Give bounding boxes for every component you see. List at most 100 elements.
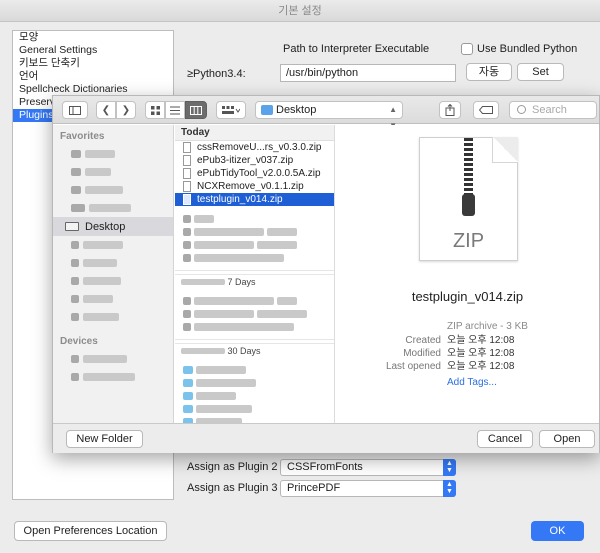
file-preview-pane: ZIP testplugin_v014.zip ZIP archive - 3 … <box>336 125 599 423</box>
assign-plugin-3-value: PrincePDF <box>287 481 341 494</box>
pref-item-language[interactable]: 언어 <box>13 70 173 83</box>
sidebar-item-redacted[interactable] <box>53 308 173 326</box>
cancel-button[interactable]: Cancel <box>477 430 533 448</box>
add-tags-link[interactable]: Add Tags... <box>447 377 497 388</box>
interpreter-path-field[interactable]: /usr/bin/python <box>280 64 456 82</box>
last-opened-label: Last opened <box>385 361 441 372</box>
sidebar-item-redacted[interactable] <box>53 163 173 181</box>
previous-30-days-heading: 30 Days <box>175 343 334 357</box>
use-bundled-python-label: Use Bundled Python <box>477 43 578 55</box>
sidebar-item-redacted[interactable] <box>53 368 173 386</box>
use-bundled-python-option[interactable]: Use Bundled Python <box>461 43 577 55</box>
ok-button[interactable]: OK <box>531 521 584 541</box>
file-name: NCXRemove_v0.1.1.zip <box>197 181 304 192</box>
tags-button[interactable] <box>473 101 499 119</box>
assign-plugin-2-select[interactable]: CSSFromFonts ▲ ▼ <box>280 458 456 476</box>
file-row[interactable]: cssRemoveU...rs_v0.3.0.zip <box>175 141 334 154</box>
search-icon <box>517 105 526 114</box>
created-label: Created <box>405 335 441 346</box>
file-name: ePubTidyTool_v2.0.0.5A.zip <box>197 168 321 179</box>
chevron-left-icon: ❮ <box>101 104 111 116</box>
previous-7-days-heading: 7 Days <box>175 274 334 288</box>
pref-item-general-settings[interactable]: General Settings <box>13 44 173 57</box>
today-heading: Today <box>175 125 334 141</box>
assign-plugin-3-label: Assign as Plugin 3 <box>187 482 278 494</box>
redacted-file-group <box>175 206 334 271</box>
file-row-selected[interactable]: testplugin_v014.zip <box>175 193 334 206</box>
auto-detect-button[interactable]: 자동 <box>466 63 512 81</box>
panel-sidebar: Favorites Desktop Devices <box>53 125 174 423</box>
sidebar-item-desktop-label: Desktop <box>85 220 126 233</box>
updown-chevron-icon: ▲▼ <box>443 458 456 476</box>
file-row[interactable]: NCXRemove_v0.1.1.zip <box>175 180 334 193</box>
new-folder-button[interactable]: New Folder <box>66 430 143 448</box>
sidebar-item-redacted[interactable] <box>53 350 173 368</box>
chevron-right-icon: ❯ <box>121 104 131 116</box>
sidebar-item-redacted[interactable] <box>53 181 173 199</box>
zip-icon-label: ZIP <box>452 230 485 252</box>
arrange-button[interactable] <box>216 101 246 119</box>
zip-file-icon <box>183 168 191 179</box>
share-button[interactable] <box>439 101 461 119</box>
preview-file-name: testplugin_v014.zip <box>411 289 524 304</box>
sidebar-item-redacted[interactable] <box>53 145 173 163</box>
assign-plugin-2-label: Assign as Plugin 2 <box>187 461 278 473</box>
sidebar-item-redacted[interactable] <box>53 236 173 254</box>
pref-item-keyboard-shortcuts[interactable]: 키보드 단축키 <box>13 57 173 70</box>
modified-value: 오늘 오후 12:08 <box>447 348 515 359</box>
last-opened-value: 오늘 오후 12:08 <box>447 361 515 372</box>
list-icon <box>170 106 180 114</box>
assign-plugin-2-row: Assign as Plugin 2 CSSFromFonts ▲ ▼ <box>187 458 456 476</box>
preview-metadata: Created 오늘 오후 12:08 Modified 오늘 오후 12:08 L… <box>336 334 599 373</box>
column-view-button[interactable] <box>185 101 207 119</box>
zip-file-icon <box>183 142 191 153</box>
set-interpreter-button[interactable]: Set <box>517 63 564 81</box>
section-label-7-days: 7 Days <box>227 277 256 287</box>
file-name: cssRemoveU...rs_v0.3.0.zip <box>197 142 322 153</box>
section-label-30-days: 30 Days <box>227 346 261 356</box>
panel-footer: New Folder Cancel Open <box>53 423 599 453</box>
modified-label: Modified <box>403 348 441 359</box>
grid-icon <box>150 105 160 115</box>
file-column: Today cssRemoveU...rs_v0.3.0.zip ePub3-i… <box>175 125 335 423</box>
sidebar-toggle-button[interactable] <box>62 101 88 119</box>
preview-file-kind: ZIP archive - 3 KB <box>447 321 528 332</box>
back-button[interactable]: ❮ <box>96 101 116 119</box>
file-row[interactable]: ePubTidyTool_v2.0.0.5A.zip <box>175 167 334 180</box>
zip-file-icon <box>183 155 191 166</box>
pref-item-appearance[interactable]: 모양 <box>13 31 173 44</box>
tag-icon <box>479 106 493 114</box>
sidebar-item-redacted[interactable] <box>53 272 173 290</box>
file-row[interactable]: ePub3-itizer_v037.zip <box>175 154 334 167</box>
sidebar-item-redacted[interactable] <box>53 199 173 217</box>
search-placeholder: Search <box>532 104 567 116</box>
open-preferences-location-button[interactable]: Open Preferences Location <box>14 521 167 541</box>
forward-button[interactable]: ❯ <box>116 101 136 119</box>
python-version-label: ≥Python3.4: <box>187 68 246 80</box>
columns-icon <box>190 105 202 115</box>
assign-plugin-2-value: CSSFromFonts <box>287 460 363 473</box>
redacted-file-group <box>175 288 334 340</box>
sidebar-item-desktop[interactable]: Desktop <box>53 217 173 236</box>
assign-plugin-3-select[interactable]: PrincePDF ▲ ▼ <box>280 479 456 497</box>
window-title: 기본 설정 <box>0 0 600 22</box>
desktop-icon <box>65 222 79 231</box>
icon-view-button[interactable] <box>145 101 165 119</box>
list-view-button[interactable] <box>165 101 185 119</box>
redacted-file-group <box>175 357 334 423</box>
use-bundled-python-checkbox[interactable] <box>461 43 473 55</box>
search-field[interactable]: Search <box>509 101 597 119</box>
open-button[interactable]: Open <box>539 430 595 448</box>
file-name: testplugin_v014.zip <box>197 194 283 205</box>
location-value: Desktop <box>276 104 317 116</box>
assign-plugin-3-row: Assign as Plugin 3 PrincePDF ▲ ▼ <box>187 479 456 497</box>
sidebar-item-redacted[interactable] <box>53 290 173 308</box>
panel-toolbar: ❮ ❯ Desktop ▲▼ Search <box>53 96 599 130</box>
share-icon <box>445 104 455 116</box>
file-name: ePub3-itizer_v037.zip <box>197 155 294 166</box>
interpreter-path-heading: Path to Interpreter Executable <box>283 43 430 55</box>
location-select[interactable]: Desktop ▲▼ <box>255 101 403 130</box>
sidebar-item-redacted[interactable] <box>53 254 173 272</box>
favorites-heading: Favorites <box>60 131 105 142</box>
sidebar-icon <box>69 105 81 115</box>
